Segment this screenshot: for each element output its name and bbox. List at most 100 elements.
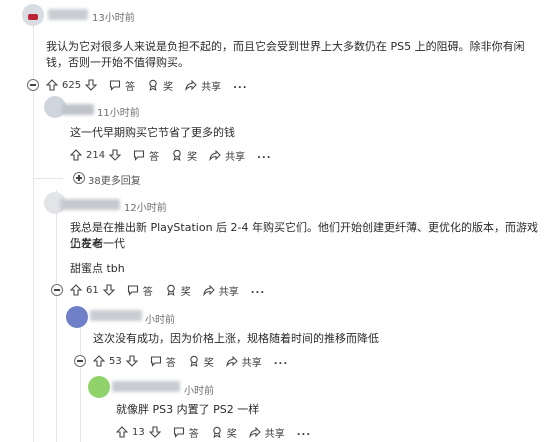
username-blurred[interactable] [90,310,142,321]
upvote-icon[interactable] [93,355,105,367]
comment-text: 我认为它对很多人来说是负担不起的，而且它会受到世界上大多数仍在 PS5 上的阻碍… [46,40,525,69]
award-icon [149,79,157,91]
share-icon [203,284,215,296]
share-label: 共享 [225,151,246,163]
vote-group: 61 [70,284,115,296]
username-blurred[interactable] [62,104,94,115]
downvote-icon[interactable] [148,426,161,438]
share-label: 共享 [218,286,239,298]
award-button[interactable]: 奖 [165,283,191,298]
comment-text: 就像胖 PS3 内置了 PS2 一样 [116,403,260,416]
share-label: 共享 [201,81,222,93]
avatar[interactable] [66,306,88,328]
thread-connector [33,178,63,179]
award-icon [189,355,198,367]
share-icon [185,79,197,91]
award-label: 奖 [203,357,214,369]
more-options-button[interactable]: ... [251,285,265,296]
share-button[interactable]: 共享 [203,283,239,298]
comment-actions: 13 答 奖 共享 ... [116,423,323,441]
award-label: 奖 [226,428,237,440]
upvote-icon[interactable] [46,79,58,91]
share-button[interactable]: 共享 [249,425,285,440]
award-button[interactable]: 奖 [188,354,214,369]
reply-icon [173,427,184,438]
comment-text: 这一代早期购买它节省了更多的钱 [70,126,235,139]
reply-label: 答 [165,357,176,369]
reply-icon [127,285,138,296]
comment-text-extra: 甜蜜点 tbh [70,262,125,275]
share-label: 共享 [241,357,262,369]
share-icon [209,149,221,161]
award-label: 奖 [187,151,198,163]
reply-label: 答 [142,286,153,298]
comment-actions: 214 答 奖 共享 ... [70,146,284,164]
comment-time: 13小时前 [92,13,135,24]
award-button[interactable]: 奖 [171,148,197,163]
vote-group: 53 [93,355,138,367]
share-button[interactable]: 共享 [226,354,262,369]
upvote-icon[interactable] [70,149,82,161]
comment-time: 12小时前 [124,203,167,214]
downvote-icon[interactable] [85,79,98,91]
vote-group: 214 [70,149,122,161]
collapse-icon[interactable] [27,79,39,91]
collapse-icon[interactable] [51,284,63,296]
share-label: 共享 [264,428,285,440]
reply-label: 答 [125,81,136,93]
more-options-button[interactable]: ... [274,356,288,367]
comment-actions: 61 答 奖 共享 ... [70,281,277,299]
award-icon [173,149,181,161]
more-options-button[interactable]: ... [297,427,311,438]
share-button[interactable]: 共享 [209,148,245,163]
share-icon [249,426,261,438]
award-label: 奖 [163,81,174,93]
reply-button[interactable]: 答 [127,283,153,298]
username-blurred[interactable] [48,9,88,20]
vote-count: 625 [62,79,82,91]
vote-count: 214 [86,149,106,161]
more-replies-link[interactable]: 38更多回复 [88,172,141,187]
share-icon [226,355,238,367]
username-blurred[interactable] [60,199,120,210]
upvote-icon[interactable] [116,426,128,438]
share-button[interactable]: 共享 [185,78,221,93]
comment-time: 11小时前 [97,108,140,119]
upvote-icon[interactable] [70,284,82,296]
reply-label: 答 [149,151,160,163]
comment-text-line1: 我总是在推出新 PlayStation 后 2-4 年购买它们。他们开始创建更纤… [70,221,538,250]
reply-icon [150,356,161,367]
username-blurred[interactable] [112,381,180,392]
vote-count: 53 [109,355,122,367]
vote-count: 13 [132,426,145,438]
award-icon [212,426,221,438]
reply-label: 答 [188,428,199,440]
avatar[interactable] [88,376,110,398]
collapse-icon[interactable] [74,355,86,367]
thread-line [56,190,57,442]
more-options-button[interactable]: ... [257,150,271,161]
more-options-button[interactable]: ... [233,80,247,91]
reply-button[interactable]: 答 [150,354,176,369]
comment-time: 小时前 [184,386,214,397]
award-icon [166,284,175,296]
comment-text-line2: 上发布 [70,237,103,250]
downvote-icon[interactable] [102,284,115,296]
thread-line [80,322,81,442]
reply-button[interactable]: 答 [133,148,159,163]
comment-actions: 53 答 奖 共享 ... [93,352,300,370]
reply-button[interactable]: 答 [109,78,135,93]
downvote-icon[interactable] [125,355,138,367]
reply-icon [134,150,145,161]
award-button[interactable]: 奖 [211,425,237,440]
vote-group: 13 [116,426,161,438]
award-label: 奖 [180,286,191,298]
comment-actions: 625 答 奖 共享 ... [46,76,260,94]
comment-time: 小时前 [145,315,175,326]
avatar[interactable] [22,4,44,26]
award-button[interactable]: 奖 [147,78,173,93]
downvote-icon[interactable] [109,149,122,161]
vote-count: 61 [86,284,99,296]
reply-button[interactable]: 答 [173,425,199,440]
expand-icon[interactable] [73,172,85,184]
